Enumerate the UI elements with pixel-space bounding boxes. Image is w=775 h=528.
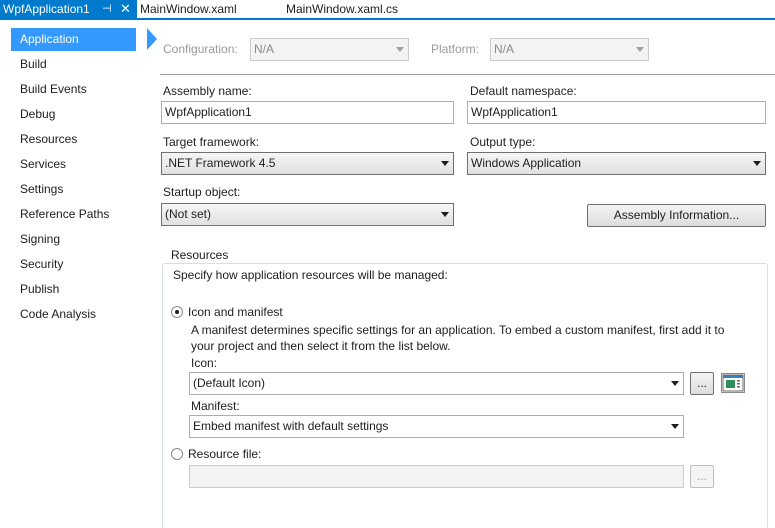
sidebar-item-signing[interactable]: Signing: [11, 228, 136, 251]
sidebar-item-settings[interactable]: Settings: [11, 178, 136, 201]
resource-file-browse-button[interactable]: ...: [690, 465, 714, 488]
chevron-down-icon: [636, 47, 644, 52]
sidebar-item-publish[interactable]: Publish: [11, 278, 136, 301]
pin-icon[interactable]: ⊣: [102, 0, 112, 18]
sidebar-item-build[interactable]: Build: [11, 53, 136, 76]
tab-label: MainWindow.xaml: [140, 2, 237, 16]
sidebar-item-security[interactable]: Security: [11, 253, 136, 276]
configuration-label: Configuration:: [163, 42, 238, 56]
resource-file-input[interactable]: [189, 465, 684, 488]
resource-file-label[interactable]: Resource file:: [188, 447, 261, 461]
tab-mainwindow-xaml[interactable]: MainWindow.xaml: [140, 0, 237, 18]
output-type-dropdown[interactable]: Windows Application: [467, 152, 766, 175]
output-type-value: Windows Application: [471, 156, 582, 170]
resource-file-radio[interactable]: [171, 448, 183, 460]
output-type-label: Output type:: [470, 135, 536, 149]
icon-label: Icon:: [191, 356, 218, 370]
platform-value: N/A: [494, 42, 515, 56]
default-namespace-input[interactable]: WpfApplication1: [467, 101, 766, 124]
platform-label: Platform:: [431, 42, 480, 56]
platform-dropdown[interactable]: N/A: [490, 38, 649, 61]
resources-groupbox: [162, 263, 768, 528]
icon-dropdown[interactable]: (Default Icon): [189, 372, 684, 395]
tab-label: MainWindow.xaml.cs: [286, 2, 399, 16]
tab-wpfapplication1[interactable]: WpfApplication1 ⊣ ✕: [0, 0, 137, 18]
window-icon: [722, 374, 744, 392]
sidebar-item-reference-paths[interactable]: Reference Paths: [11, 203, 136, 226]
assembly-information-button[interactable]: Assembly Information...: [587, 204, 766, 227]
assembly-name-label: Assembly name:: [163, 84, 252, 98]
sidebar-item-build-events[interactable]: Build Events: [11, 78, 136, 101]
target-framework-value: .NET Framework 4.5: [165, 156, 276, 170]
application-properties-page: Configuration: N/A Platform: N/A Assembl…: [150, 22, 775, 528]
tab-label: WpfApplication1: [3, 2, 90, 16]
icon-preview-icon: [721, 373, 745, 393]
sidebar-item-resources[interactable]: Resources: [11, 128, 136, 151]
icon-browse-button[interactable]: ...: [690, 372, 714, 395]
icon-value: (Default Icon): [193, 376, 266, 390]
close-icon[interactable]: ✕: [120, 0, 131, 18]
manifest-dropdown[interactable]: Embed manifest with default settings: [189, 415, 684, 438]
tab-mainwindow-xaml-cs[interactable]: MainWindow.xaml.cs: [286, 0, 398, 18]
startup-object-dropdown[interactable]: (Not set): [161, 203, 454, 226]
sidebar-item-debug[interactable]: Debug: [11, 103, 136, 126]
chevron-down-icon: [441, 161, 449, 166]
icon-and-manifest-label[interactable]: Icon and manifest: [188, 305, 283, 319]
resources-group-title: Resources: [169, 248, 231, 262]
chevron-down-icon: [671, 381, 679, 386]
startup-object-value: (Not set): [165, 207, 212, 221]
resources-instructions: Specify how application resources will b…: [173, 268, 448, 282]
icon-and-manifest-radio[interactable]: [171, 306, 183, 318]
manifest-value: Embed manifest with default settings: [193, 419, 389, 433]
divider: [160, 74, 775, 75]
manifest-label: Manifest:: [191, 399, 240, 413]
target-framework-dropdown[interactable]: .NET Framework 4.5: [161, 152, 454, 175]
target-framework-label: Target framework:: [163, 135, 260, 149]
document-tab-strip: WpfApplication1 ⊣ ✕ MainWindow.xaml Main…: [0, 0, 775, 20]
sidebar-item-services[interactable]: Services: [11, 153, 136, 176]
startup-object-label: Startup object:: [163, 185, 241, 199]
chevron-down-icon: [753, 161, 761, 166]
sidebar-item-code-analysis[interactable]: Code Analysis: [11, 303, 136, 326]
property-page-sidebar: Application Build Build Events Debug Res…: [0, 22, 157, 528]
manifest-description: A manifest determines specific settings …: [191, 323, 725, 353]
assembly-name-input[interactable]: WpfApplication1: [161, 101, 454, 124]
chevron-down-icon: [441, 212, 449, 217]
configuration-dropdown[interactable]: N/A: [250, 38, 409, 61]
configuration-value: N/A: [254, 42, 275, 56]
sidebar-item-label: Application: [20, 32, 79, 46]
default-namespace-label: Default namespace:: [470, 84, 577, 98]
chevron-down-icon: [396, 47, 404, 52]
chevron-down-icon: [671, 424, 679, 429]
sidebar-item-application[interactable]: Application: [11, 28, 157, 51]
